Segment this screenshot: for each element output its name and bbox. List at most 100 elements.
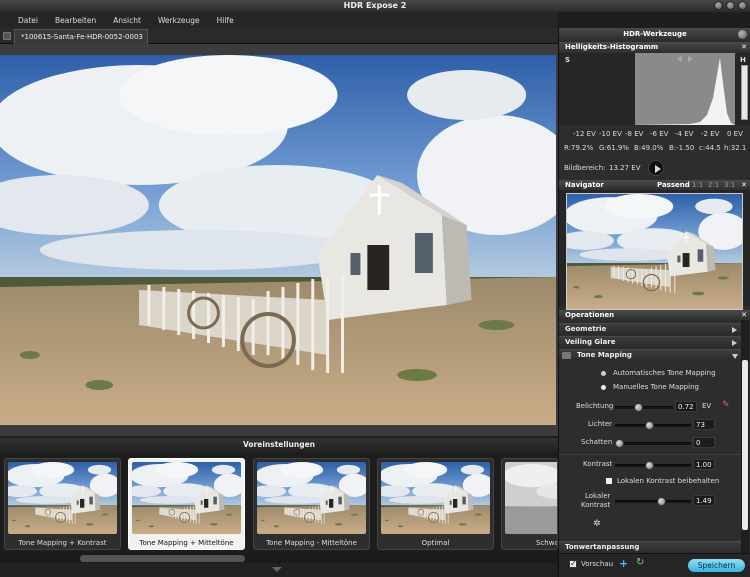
menu-ansicht[interactable]: Ansicht bbox=[113, 16, 141, 25]
contrast-value[interactable]: 1.00 bbox=[693, 459, 715, 470]
contrast-knob[interactable] bbox=[645, 461, 655, 470]
menu-bearbeiten[interactable]: Bearbeiten bbox=[55, 16, 96, 25]
operations-area: Geometrie Veiling Glare Tone Mapping Aut… bbox=[559, 320, 750, 553]
menu-datei[interactable]: Datei bbox=[18, 16, 38, 25]
expand-icon bbox=[732, 340, 737, 346]
auto-tone-mapping-label: Automatisches Tone Mapping bbox=[613, 369, 716, 377]
window-controls bbox=[714, 1, 747, 10]
section-label: Tonwertanpassung bbox=[565, 543, 640, 551]
hdr-tools-panel: HDR-Werkzeuge Helligkeits-Histogramm ✕ S… bbox=[558, 28, 750, 577]
section-tonwertanpassung[interactable]: Tonwertanpassung bbox=[559, 541, 741, 553]
section-tone-mapping[interactable]: Tone Mapping bbox=[559, 349, 741, 361]
preset-card[interactable]: Tone Mapping - Mitteltöne bbox=[253, 458, 370, 550]
preset-card-selected[interactable]: Tone Mapping + Mitteltöne bbox=[128, 458, 245, 550]
toggle-icon[interactable] bbox=[562, 352, 571, 359]
panel-footer: ✓ Vorschau + ↻ Speichern bbox=[559, 553, 750, 577]
navigator-area bbox=[559, 190, 750, 310]
close-icon[interactable]: ✕ bbox=[741, 180, 747, 190]
navigator-preview[interactable] bbox=[566, 193, 743, 310]
play-button[interactable] bbox=[648, 160, 664, 176]
shadows-value[interactable]: 0 bbox=[693, 437, 715, 448]
image-range-row: Bildbereich: 13.27 EV bbox=[559, 160, 750, 176]
panel-title: HDR-Werkzeuge bbox=[559, 28, 750, 40]
histogram-scroll[interactable] bbox=[741, 65, 748, 120]
manual-tone-mapping-label: Manuelles Tone Mapping bbox=[613, 383, 699, 391]
menu-hilfe[interactable]: Hilfe bbox=[217, 16, 234, 25]
preset-label: Schwa bbox=[536, 539, 558, 547]
presets-strip: Tone Mapping + Kontrast Tone Mapping + M… bbox=[0, 452, 558, 552]
operations-scrollbar[interactable] bbox=[741, 320, 749, 553]
shadows-slider[interactable] bbox=[615, 439, 691, 448]
preset-card[interactable]: Tone Mapping + Kontrast bbox=[4, 458, 121, 550]
preset-thumbnail bbox=[505, 462, 558, 534]
manual-tone-mapping-radio[interactable] bbox=[600, 384, 607, 391]
exposure-slider[interactable] bbox=[615, 403, 673, 412]
highlights-clip-label[interactable]: H bbox=[740, 56, 746, 64]
histogram-axis: -12 EV -10 EV -8 EV -6 EV -4 EV -2 EV 0 … bbox=[559, 130, 750, 140]
refresh-icon[interactable]: ↻ bbox=[636, 557, 644, 568]
navigator-title: Navigator bbox=[565, 181, 604, 189]
preset-thumbnail bbox=[8, 462, 117, 534]
presets-header: Voreinstellungen bbox=[0, 438, 558, 452]
section-label: Geometrie bbox=[565, 325, 607, 333]
preset-label: Tone Mapping - Mitteltöne bbox=[266, 539, 357, 547]
lights-slider[interactable] bbox=[615, 421, 691, 430]
title-bar: HDR Expose 2 bbox=[0, 0, 750, 12]
image-range-label: Bildbereich: bbox=[564, 164, 606, 172]
window-title: HDR Expose 2 bbox=[343, 1, 407, 10]
panel-title-text: HDR-Werkzeuge bbox=[623, 30, 687, 38]
section-veiling-glare[interactable]: Veiling Glare bbox=[559, 336, 741, 348]
histogram-header: Helligkeits-Histogramm ✕ bbox=[559, 42, 750, 53]
add-icon[interactable]: + bbox=[619, 557, 628, 570]
menu-werkzeuge[interactable]: Werkzeuge bbox=[158, 16, 200, 25]
operations-title: Operationen bbox=[565, 311, 615, 319]
save-button[interactable]: Speichern bbox=[688, 559, 745, 572]
preset-card[interactable]: Optimal bbox=[377, 458, 494, 550]
local-contrast-label-2: Kontrast bbox=[581, 501, 611, 509]
pixel-readout: R:79.2% G:61.9% B:49.0% B:-1.50 c:44.5 h… bbox=[559, 144, 750, 154]
lights-value[interactable]: 73 bbox=[693, 419, 715, 430]
operations-scroll-thumb[interactable] bbox=[742, 360, 748, 530]
document-tab-bar: *100615-Santa-Fe-HDR-0052-0003 bbox=[0, 28, 558, 44]
document-tab[interactable]: *100615-Santa-Fe-HDR-0052-0003 bbox=[14, 29, 148, 44]
eyedropper-icon[interactable]: ✎ bbox=[722, 400, 730, 410]
minimize-button[interactable] bbox=[714, 1, 723, 10]
local-contrast-slider[interactable] bbox=[615, 497, 691, 506]
divider bbox=[559, 454, 741, 455]
close-button[interactable] bbox=[738, 1, 747, 10]
axis-tick: -8 EV bbox=[625, 130, 644, 138]
histogram-graph bbox=[635, 53, 735, 125]
close-icon[interactable]: ✕ bbox=[741, 42, 747, 53]
local-contrast-knob[interactable] bbox=[656, 497, 666, 506]
exposure-value[interactable]: 0.72 bbox=[675, 401, 697, 412]
presets-scrollbar[interactable] bbox=[0, 553, 558, 563]
close-icon[interactable]: ✕ bbox=[741, 310, 747, 320]
zoom-3-1[interactable]: 3:1 bbox=[724, 180, 735, 190]
section-label: Veiling Glare bbox=[565, 338, 616, 346]
lights-knob[interactable] bbox=[645, 421, 655, 430]
readout-g: G:61.9% bbox=[599, 144, 630, 152]
shadows-knob[interactable] bbox=[615, 439, 624, 448]
shadows-clip-label[interactable]: S bbox=[565, 56, 570, 64]
auto-tone-mapping-radio[interactable] bbox=[600, 370, 607, 377]
navigator-header: Navigator Passend 1:1 2:1 3:1 ✕ bbox=[559, 180, 750, 190]
panel-close-icon[interactable] bbox=[738, 30, 747, 39]
tab-menu-icon[interactable] bbox=[3, 32, 11, 40]
axis-tick: 0 EV bbox=[727, 130, 743, 138]
local-contrast-value[interactable]: 1.49 bbox=[693, 495, 715, 506]
exposure-knob[interactable] bbox=[633, 403, 643, 412]
section-geometrie[interactable]: Geometrie bbox=[559, 323, 741, 335]
contrast-slider[interactable] bbox=[615, 461, 691, 470]
zoom-fit[interactable]: Passend bbox=[657, 180, 690, 190]
main-photo[interactable] bbox=[0, 55, 556, 425]
maximize-button[interactable] bbox=[726, 1, 735, 10]
zoom-1-1[interactable]: 1:1 bbox=[692, 180, 703, 190]
preset-card[interactable]: Schwa bbox=[501, 458, 558, 550]
scrollbar-thumb[interactable] bbox=[80, 555, 245, 562]
preview-checkbox[interactable]: ✓ bbox=[569, 559, 577, 568]
collapse-presets-icon[interactable] bbox=[272, 567, 282, 572]
exposure-unit: EV bbox=[702, 402, 712, 410]
keep-local-contrast-checkbox[interactable] bbox=[605, 477, 613, 485]
zoom-2-1[interactable]: 2:1 bbox=[708, 180, 719, 190]
settings-gear-icon[interactable]: ✲ bbox=[593, 519, 601, 529]
